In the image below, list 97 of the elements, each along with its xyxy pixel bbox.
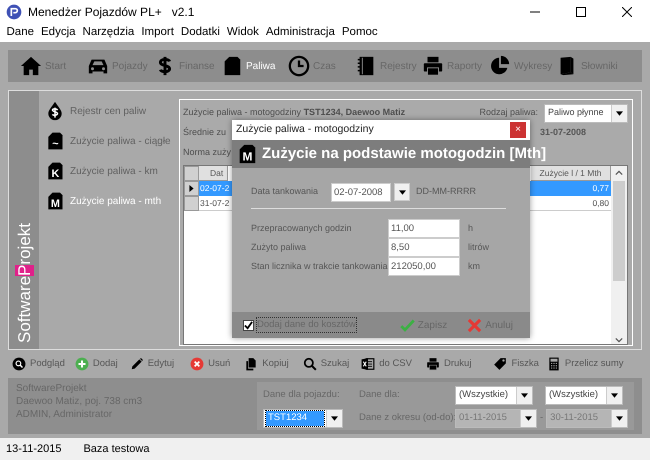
menu-item[interactable]: Import: [138, 24, 178, 42]
sidebar-item[interactable]: K Zużycie paliwa - km: [45, 159, 179, 183]
table-cell-text: 0,80: [591, 196, 610, 210]
check-icon: [244, 320, 253, 330]
close-icon: [622, 7, 632, 17]
status-text: Baza testowa: [83, 442, 150, 457]
plus-icon: [74, 357, 89, 371]
calculator-icon: [546, 357, 561, 371]
row-indicator[interactable]: [184, 180, 199, 196]
panel-heading: Zużycie paliwa - motogodziny TST1234, Daewoo Matiz: [183, 106, 406, 120]
date-to-field[interactable]: 30-11-2015: [546, 409, 628, 428]
sidebar-item[interactable]: Rejestr cen paliw: [45, 99, 179, 123]
toolbar-button[interactable]: Edytuj: [130, 356, 174, 372]
menu-item[interactable]: Dodatki: [177, 24, 224, 42]
menu-item[interactable]: Edycja: [38, 24, 80, 42]
caret-icon: [398, 188, 406, 196]
toolbar-button[interactable]: do CSV: [361, 356, 412, 372]
fuel-type-label: Rodzaj paliwa:: [479, 106, 538, 120]
date-from-field[interactable]: 01-11-2015: [455, 409, 537, 428]
window-title: Menedżer Pojazdów PL+: [28, 4, 162, 21]
input-field[interactable]: 212050,00: [388, 257, 460, 276]
clock-icon: [288, 55, 310, 77]
date-field[interactable]: 02-07-2008: [331, 182, 391, 202]
maximize-icon: [576, 7, 586, 17]
spreadsheet-icon: [361, 357, 376, 371]
scroll-thumb[interactable]: [613, 181, 625, 281]
cross-icon: [467, 318, 482, 332]
row-pointer-icon: [188, 184, 195, 192]
magnifier-icon: [12, 357, 26, 371]
caret-icon: [611, 392, 618, 399]
caret-icon: [521, 392, 528, 399]
checkbox[interactable]: [243, 320, 254, 330]
field-label: Przepracowanych godzin: [251, 222, 353, 235]
caret-icon: [616, 110, 623, 116]
toolbar-button[interactable]: Dodaj: [74, 356, 118, 372]
date-dropdown-button[interactable]: [394, 183, 410, 201]
average-date: 31-07-2008: [540, 126, 586, 140]
caret-icon: [331, 415, 338, 422]
pie-chart-icon: [489, 55, 511, 77]
dialog-title: Zużycie paliwa - motogodziny: [236, 122, 374, 138]
app-logo-icon: [6, 4, 22, 20]
table-cell-text: 31-07-2: [199, 196, 229, 210]
toolbar-button[interactable]: Podgląd: [12, 356, 65, 372]
field-label: Stan licznika w trakcie tankowania: [251, 260, 388, 273]
menu-item[interactable]: Dane: [3, 24, 38, 42]
table-cell: 02-07-2: [199, 180, 229, 196]
checkmark-icon: [400, 318, 415, 332]
unit-label: km: [468, 260, 480, 273]
caret-icon: [525, 415, 532, 422]
unit-label: litrów: [468, 240, 490, 254]
data-for-select[interactable]: (Wszystkie): [545, 386, 623, 405]
toolbar-tab[interactable]: Paliwa: [221, 55, 288, 77]
scroll-up-icon: [615, 169, 623, 177]
norm-label: Norma zuży: [183, 146, 232, 160]
average-label: Średnie zu: [183, 126, 226, 140]
toolbar-button[interactable]: Drukuj: [426, 356, 472, 372]
caret-icon: [616, 415, 624, 422]
input-field[interactable]: 8,50: [388, 238, 460, 257]
delete-icon: [190, 357, 204, 371]
toolbar-button[interactable]: Kopiuj: [244, 356, 289, 372]
menu-item[interactable]: Widok: [223, 24, 262, 42]
copy-icon: [244, 357, 258, 371]
field-label: Data tankowania: [251, 185, 320, 198]
field-label: Zużyto paliwa: [251, 240, 308, 254]
column-header[interactable]: Zużycie l / 1 Mth: [531, 166, 611, 181]
menu-item[interactable]: Narzędzia: [79, 24, 138, 42]
fuel-type-select[interactable]: Paliwo płynne: [544, 104, 628, 122]
table-cell: 0,77: [531, 180, 611, 196]
input-field[interactable]: 11,00: [388, 219, 460, 238]
vehicle-select[interactable]: TST1234: [263, 409, 343, 428]
home-icon: [20, 55, 42, 77]
printer-icon: [426, 357, 440, 371]
corner-cell: [184, 166, 199, 181]
sidebar-item[interactable]: ~ Zużycie paliwa - ciągłe: [45, 129, 179, 153]
toolbar-button[interactable]: Usuń: [190, 356, 230, 372]
scrollbar[interactable]: [611, 166, 627, 344]
data-for-select[interactable]: (Wszystkie): [455, 386, 533, 405]
toolbar-button[interactable]: Szukaj: [302, 356, 350, 372]
menu-item[interactable]: Pomoc: [338, 24, 382, 42]
status-text: 13-11-2015: [6, 442, 62, 457]
toolbar-button[interactable]: Przelicz sumy: [546, 356, 624, 372]
scroll-down-icon: [615, 336, 623, 344]
date-format-hint: DD-MM-RRRR: [416, 185, 476, 198]
printer-icon: [422, 55, 444, 77]
range-separator: -: [540, 411, 544, 426]
sidebar-item[interactable]: M Zużycie paliwa - mth: [45, 189, 179, 213]
tag-icon: [493, 357, 508, 371]
close-button[interactable]: ×: [510, 122, 526, 138]
menu-item[interactable]: Administracja: [262, 24, 338, 42]
unit-label: h: [468, 222, 474, 235]
dialog-heading: Zużycie na podstawie motogodzin [Mth]: [262, 144, 546, 164]
search-icon: [302, 357, 317, 371]
column-header[interactable]: Dat: [199, 166, 228, 181]
version-label: v2.1: [172, 4, 194, 21]
brand-logo: SoftwareProjekt: [16, 222, 32, 343]
pencil-icon: [130, 357, 144, 371]
toolbar-button[interactable]: Fiszka: [493, 356, 539, 372]
